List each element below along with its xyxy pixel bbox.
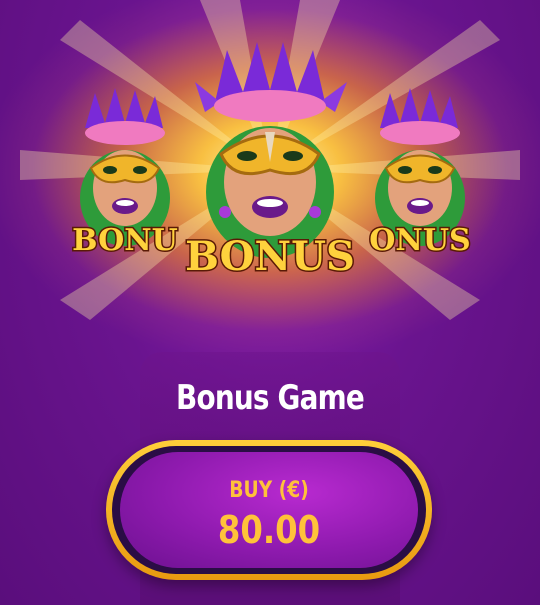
bonus-label-right: ONUS xyxy=(369,223,470,258)
bonus-label-left: BONU xyxy=(72,223,178,258)
buy-bonus-button[interactable]: BUY (€) 80.00 xyxy=(106,440,432,580)
buy-price: 80.00 xyxy=(217,508,321,552)
bonus-symbol-center: BONUS xyxy=(184,42,356,282)
bonus-label-center: BONUS xyxy=(185,233,355,280)
panel-title: Bonus Game xyxy=(176,378,365,418)
buy-label: BUY (€) xyxy=(229,478,309,503)
bonus-symbol-left: BONU xyxy=(71,88,179,258)
mardi-gras-mask-icon xyxy=(195,42,347,258)
bonus-symbol-right: ONUS xyxy=(368,88,472,258)
